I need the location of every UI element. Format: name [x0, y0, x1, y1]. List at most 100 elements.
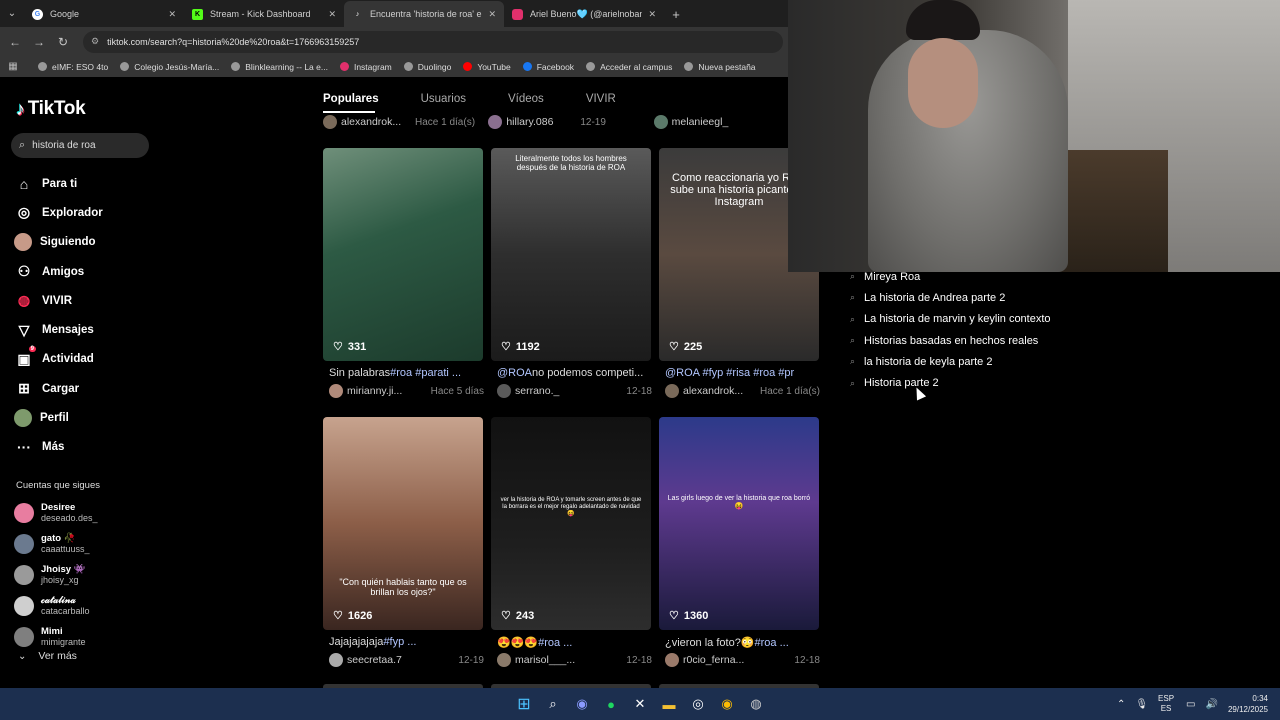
capcut-icon[interactable]: ✕: [626, 690, 655, 718]
search-icon: ⌕: [850, 356, 856, 367]
video-caption[interactable]: Sin palabras#roa #parati ...: [329, 367, 484, 379]
windows-taskbar: ⊞ ⌕ ◉ ● ✕ ▬ ◎ ◉ ◍ ⌃ 🎙 ESP ES ▭ 🔊 0:34 29…: [0, 688, 1280, 720]
tab-title: Stream - Kick Dashboard: [210, 9, 311, 19]
search-icon[interactable]: ⌕: [539, 690, 568, 718]
bookmark-item[interactable]: eIMF: ESO 4to: [38, 62, 108, 72]
sidebar-item-amigos[interactable]: ⚇ Amigos: [14, 257, 103, 286]
suggestion-item[interactable]: ⌕ Historia parte 2: [850, 372, 1051, 393]
video-card[interactable]: ♡ 331: [323, 148, 483, 361]
video-caption[interactable]: @ROA #fyp #risa #roa #pr: [665, 367, 820, 379]
video-meta[interactable]: serrano._ 12-18: [497, 384, 652, 398]
video-meta[interactable]: alexandrok... Hace 1 día(s): [665, 384, 820, 398]
suggestion-item[interactable]: ⌕ La historia de marvin y keylin contexto: [850, 309, 1051, 330]
tab-vídeos[interactable]: Vídeos: [508, 93, 544, 105]
tab-populares[interactable]: Populares: [323, 93, 379, 105]
following-account[interactable]: Desiree deseado.des_: [14, 497, 98, 528]
bookmark-item[interactable]: Nueva pestaña: [684, 62, 756, 72]
browser-tab-google[interactable]: G Google ✕: [24, 1, 184, 27]
file-explorer-icon[interactable]: ▬: [655, 690, 684, 718]
sidebar-item-vivir[interactable]: ◍ VIVIR: [14, 286, 103, 315]
apps-grid-icon[interactable]: ▦: [0, 61, 26, 72]
video-meta[interactable]: mirianny.ji... Hace 5 días: [329, 384, 484, 398]
bookmark-item[interactable]: Acceder al campus: [586, 62, 672, 72]
profile-avatar-icon: [14, 409, 32, 428]
sidebar-item-actividad[interactable]: ▣ 9 Actividad: [14, 345, 103, 374]
bookmark-item[interactable]: YouTube: [463, 62, 511, 72]
sidebar-item-label: VIVIR: [42, 294, 73, 307]
following-account[interactable]: Mimi mimigrante: [14, 621, 98, 652]
tab-search-icon[interactable]: ⌄: [0, 0, 24, 27]
following-account[interactable]: Jhoisy 👾 jhoisy_xg: [14, 559, 98, 590]
suggestion-item[interactable]: ⌕ La historia de Andrea parte 2: [850, 287, 1051, 308]
volume-icon[interactable]: 🔊: [1206, 699, 1218, 710]
windows-start-icon[interactable]: ⊞: [510, 690, 539, 718]
microphone-icon[interactable]: 🎙: [1135, 699, 1148, 710]
following-account[interactable]: gato 🥀 caaattuuss_: [14, 528, 98, 559]
chrome-icon[interactable]: ◉: [713, 690, 742, 718]
chevron-down-icon: ⌄: [18, 650, 27, 662]
back-arrow-icon[interactable]: ←: [3, 30, 27, 54]
sidebar-item-perfil[interactable]: Perfil: [14, 403, 103, 432]
spotify-icon[interactable]: ●: [597, 690, 626, 718]
tab-usuarios[interactable]: Usuarios: [421, 93, 466, 105]
language-indicator[interactable]: ESP ES: [1158, 694, 1174, 714]
bookmark-item[interactable]: Facebook: [522, 62, 574, 72]
tab-vivir[interactable]: VIVIR: [586, 93, 616, 105]
suggestion-item[interactable]: ⌕ Historias basadas en hechos reales: [850, 330, 1051, 351]
tab-close-icon[interactable]: ✕: [168, 9, 176, 20]
tab-close-icon[interactable]: ✕: [648, 9, 656, 20]
search-icon: ⌕: [850, 377, 856, 388]
chevron-up-icon[interactable]: ⌃: [1117, 699, 1125, 710]
clock[interactable]: 0:34 29/12/2025: [1228, 693, 1268, 715]
video-meta[interactable]: seecretaa.7 12-19: [329, 653, 484, 667]
sidebar-item-siguiendo[interactable]: Siguiendo: [14, 228, 103, 257]
forward-arrow-icon[interactable]: →: [27, 30, 51, 54]
bookmark-list: eIMF: ESO 4to Colegio Jesús-María... Blink…: [38, 62, 768, 72]
video-meta[interactable]: hillary.086 12-19: [488, 115, 653, 129]
bookmark-item[interactable]: Instagram: [339, 62, 392, 72]
video-card[interactable]: "Con quién hablais tanto que os brillan …: [323, 417, 483, 630]
clock-time: 0:34: [1252, 694, 1268, 703]
obs-icon[interactable]: ◎: [684, 690, 713, 718]
video-author: marisol___...: [515, 654, 576, 666]
tab-close-icon[interactable]: ✕: [328, 9, 336, 20]
video-caption[interactable]: @ROAno podemos competi...: [497, 367, 652, 379]
sidebar-item-cargar[interactable]: ⊞ Cargar: [14, 374, 103, 403]
video-card[interactable]: ver la historia de ROA y tomarle screen …: [491, 417, 651, 630]
bookmark-item[interactable]: Duolingo: [403, 62, 451, 72]
video-meta[interactable]: alexandrok... Hace 1 día(s): [323, 115, 488, 129]
following-account[interactable]: 𝒸𝒶𝓉𝒶𝓁𝒾𝓃𝒶 catacarballo: [14, 590, 98, 621]
video-meta[interactable]: r0cio_ferna... 12-18: [665, 653, 820, 667]
video-card[interactable]: Literalmente todos los hombres después d…: [491, 148, 651, 361]
video-meta[interactable]: marisol___... 12-18: [497, 653, 652, 667]
site-info-icon[interactable]: ⚙: [91, 36, 99, 47]
bookmark-item[interactable]: Colegio Jesús-María...: [120, 62, 219, 72]
heart-icon: ♡: [669, 341, 679, 353]
browser-tab-instagram[interactable]: Ariel Bueno🩵 (@arielnoban) - ✕: [504, 1, 664, 27]
sidebar-item-para-ti[interactable]: ⌂ Para ti: [14, 169, 103, 198]
video-caption[interactable]: 😍😍😍#roa ...: [497, 636, 652, 649]
suggestion-item[interactable]: ⌕ la historia de keyla parte 2: [850, 351, 1051, 372]
discord-icon[interactable]: ◉: [568, 690, 597, 718]
reload-icon[interactable]: ↻: [51, 30, 75, 54]
friends-icon: ⚇: [17, 263, 31, 280]
video-caption[interactable]: Jajajajajaja#fyp ...: [329, 636, 484, 648]
browser-tab-kick[interactable]: K Stream - Kick Dashboard ✕: [184, 1, 344, 27]
browser-tab-tiktok[interactable]: ♪ Encuentra 'historia de roa' en T ✕: [344, 1, 504, 27]
sidebar-item-más[interactable]: ··· Más: [14, 433, 103, 462]
sidebar-item-mensajes[interactable]: ▽ Mensajes: [14, 315, 103, 344]
video-card[interactable]: Las girls luego de ver la historia que r…: [659, 417, 819, 630]
search-input[interactable]: ⌕ historia de roa: [11, 133, 149, 158]
bookmark-item[interactable]: Blinklearning -- La e...: [231, 62, 328, 72]
tiktok-logo[interactable]: ♪ TikTok: [16, 98, 86, 120]
new-tab-button[interactable]: +: [664, 1, 688, 27]
video-caption[interactable]: ¿vieron la foto?😳#roa ...: [665, 636, 820, 649]
ver-mas-button[interactable]: ⌄ Ver más: [18, 650, 77, 662]
address-bar[interactable]: ⚙ tiktok.com/search?q=historia%20de%20ro…: [83, 30, 783, 53]
network-icon[interactable]: ▭: [1186, 699, 1195, 710]
steam-icon[interactable]: ◍: [742, 690, 771, 718]
like-count: ♡ 243: [501, 609, 534, 623]
tab-close-icon[interactable]: ✕: [488, 9, 496, 20]
sidebar-item-explorador[interactable]: ◎ Explorador: [14, 198, 103, 227]
video-author: melanieegl_: [671, 116, 729, 128]
